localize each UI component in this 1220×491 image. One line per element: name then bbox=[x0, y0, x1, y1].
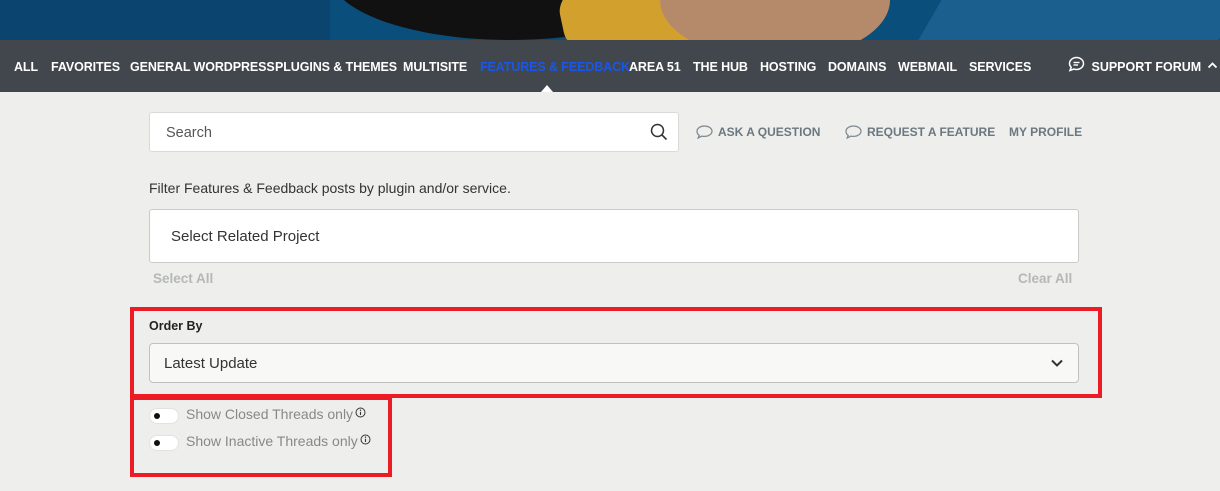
my-profile-link[interactable]: MY PROFILE bbox=[1009, 125, 1082, 139]
active-nav-pointer bbox=[541, 85, 553, 92]
closed-threads-label: Show Closed Threads only bbox=[186, 406, 354, 422]
support-forum-menu[interactable]: SUPPORT FORUM bbox=[1068, 40, 1218, 92]
request-feature-label: REQUEST A FEATURE bbox=[867, 125, 996, 139]
request-feature-link[interactable]: REQUEST A FEATURE bbox=[845, 125, 996, 140]
inactive-threads-toggle[interactable] bbox=[149, 435, 179, 451]
order-by-value: Latest Update bbox=[164, 355, 258, 372]
support-forum-label: SUPPORT FORUM bbox=[1091, 60, 1202, 74]
category-nav: ALL FAVORITES GENERAL WORDPRESS PLUGINS … bbox=[0, 40, 1220, 92]
nav-item-plugins-themes[interactable]: PLUGINS & THEMES bbox=[275, 40, 397, 92]
nav-item-general-wordpress[interactable]: GENERAL WORDPRESS bbox=[130, 40, 275, 92]
related-project-select[interactable]: Select Related Project bbox=[149, 209, 1079, 263]
inactive-threads-toggle-row: Show Inactive Threads only bbox=[149, 433, 371, 451]
hero-banner bbox=[0, 0, 1220, 40]
ask-question-label: ASK A QUESTION bbox=[718, 125, 821, 139]
search-icon[interactable] bbox=[650, 123, 668, 141]
clear-all-button[interactable]: Clear All bbox=[1018, 271, 1072, 286]
nav-item-area-51[interactable]: AREA 51 bbox=[629, 40, 681, 92]
nav-item-webmail[interactable]: WEBMAIL bbox=[898, 40, 957, 92]
search-input[interactable] bbox=[164, 113, 638, 153]
nav-item-hosting[interactable]: HOSTING bbox=[760, 40, 816, 92]
select-all-button[interactable]: Select All bbox=[153, 271, 213, 286]
search-box bbox=[149, 112, 679, 153]
nav-item-features-feedback[interactable]: FEATURES & FEEDBACK bbox=[480, 40, 630, 92]
speech-bubble-icon bbox=[845, 125, 862, 140]
ask-question-link[interactable]: ASK A QUESTION bbox=[696, 125, 821, 140]
filter-description: Filter Features & Feedback posts by plug… bbox=[149, 180, 511, 196]
info-icon[interactable] bbox=[355, 407, 366, 418]
nav-item-the-hub[interactable]: THE HUB bbox=[693, 40, 748, 92]
speech-bubble-icon bbox=[696, 125, 713, 140]
nav-item-favorites[interactable]: FAVORITES bbox=[51, 40, 120, 92]
info-icon[interactable] bbox=[360, 434, 371, 445]
order-by-label: Order By bbox=[149, 319, 203, 333]
related-project-placeholder: Select Related Project bbox=[171, 228, 320, 245]
chevron-down-icon bbox=[1051, 359, 1063, 367]
chat-bubble-icon bbox=[1068, 56, 1085, 72]
closed-threads-toggle-row: Show Closed Threads only bbox=[149, 406, 369, 424]
nav-item-all[interactable]: ALL bbox=[14, 40, 38, 92]
chevron-up-icon bbox=[1207, 62, 1217, 69]
nav-item-services[interactable]: SERVICES bbox=[969, 40, 1031, 92]
inactive-threads-label: Show Inactive Threads only bbox=[186, 433, 358, 449]
nav-item-multisite[interactable]: MULTISITE bbox=[403, 40, 467, 92]
order-by-select[interactable]: Latest Update bbox=[149, 343, 1079, 383]
nav-item-domains[interactable]: DOMAINS bbox=[828, 40, 886, 92]
closed-threads-toggle[interactable] bbox=[149, 408, 179, 424]
